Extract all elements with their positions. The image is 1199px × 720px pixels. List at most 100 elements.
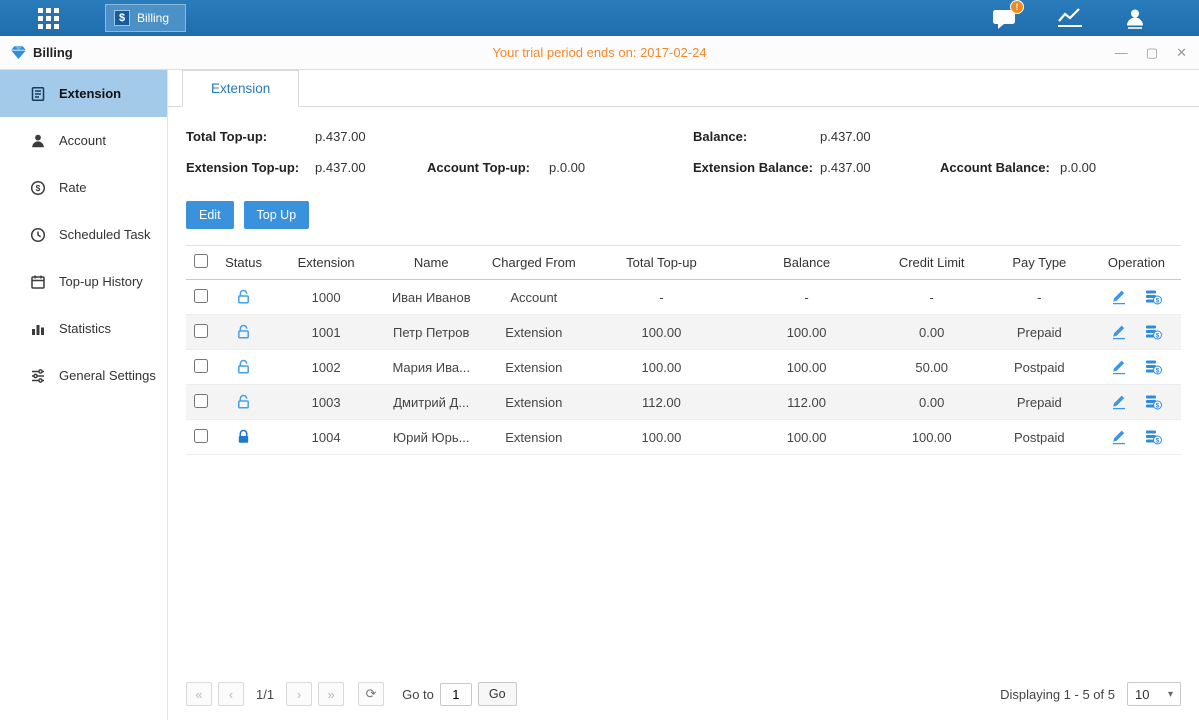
cell-charged-from: Account: [481, 280, 586, 315]
sidebar-item-statistics[interactable]: Statistics: [0, 305, 167, 352]
sidebar-item-general-settings[interactable]: General Settings: [0, 352, 167, 399]
notifications-button[interactable]: !: [992, 7, 1017, 30]
table-row: 1003 Дмитрий Д... Extension 112.00 112.0…: [186, 385, 1181, 420]
extension-table: Status Extension Name Charged From Total…: [186, 245, 1181, 455]
cell-balance: -: [737, 280, 877, 315]
cell-balance: 112.00: [737, 385, 877, 420]
svg-text:$: $: [36, 183, 41, 193]
select-all-checkbox[interactable]: [194, 254, 208, 268]
lock-open-icon: [236, 324, 251, 340]
maximize-button[interactable]: ▢: [1146, 45, 1158, 61]
reports-button[interactable]: [1057, 8, 1083, 29]
billing-gem-icon: [10, 45, 27, 60]
col-extension: Extension: [271, 246, 381, 280]
col-operation: Operation: [1092, 246, 1181, 280]
operation-cell: $: [1092, 315, 1181, 350]
cell-balance: 100.00: [737, 315, 877, 350]
window-titlebar: Billing Your trial period ends on: 2017-…: [0, 36, 1199, 70]
account-topup-label: Account Top-up:: [427, 160, 549, 175]
lock-closed-icon: [236, 429, 251, 445]
cell-pay-type: Postpaid: [987, 420, 1092, 455]
apps-grid-icon[interactable]: [38, 8, 59, 29]
account-balance-label: Account Balance:: [940, 160, 1060, 175]
cell-total-topup: -: [586, 280, 736, 315]
edit-icon[interactable]: [1111, 429, 1127, 445]
svg-text:$: $: [1155, 368, 1159, 375]
account-topup-value: p.0.00: [549, 160, 693, 175]
cell-charged-from: Extension: [481, 420, 586, 455]
edit-button[interactable]: Edit: [186, 201, 234, 229]
row-checkbox[interactable]: [194, 289, 208, 303]
edit-icon[interactable]: [1111, 289, 1127, 305]
sliders-icon: [30, 368, 46, 384]
cell-name: Петр Петров: [381, 315, 481, 350]
total-topup-label: Total Top-up:: [186, 129, 315, 144]
topbar-billing-tab[interactable]: $ Billing: [105, 4, 186, 32]
page-indicator: 1/1: [256, 687, 274, 702]
row-checkbox[interactable]: [194, 429, 208, 443]
topup-icon[interactable]: $: [1145, 394, 1162, 410]
total-topup-value: p.437.00: [315, 129, 427, 144]
svg-text:$: $: [1155, 438, 1159, 445]
window-title: Billing: [33, 45, 73, 60]
cell-pay-type: Prepaid: [987, 315, 1092, 350]
refresh-button[interactable]: ⟳: [358, 682, 384, 706]
extension-icon: [30, 86, 46, 102]
table-row: 1000 Иван Иванов Account - - - - $: [186, 280, 1181, 315]
row-checkbox[interactable]: [194, 359, 208, 373]
sidebar-item-rate[interactable]: $ Rate: [0, 164, 167, 211]
cell-extension: 1001: [271, 315, 381, 350]
cell-extension: 1004: [271, 420, 381, 455]
first-page-button[interactable]: «: [186, 682, 212, 706]
row-checkbox[interactable]: [194, 324, 208, 338]
minimize-button[interactable]: —: [1115, 45, 1128, 61]
user-menu-button[interactable]: [1123, 7, 1147, 30]
extension-balance-label: Extension Balance:: [693, 160, 820, 175]
page-size-select[interactable]: 10 ▾: [1127, 682, 1181, 706]
calendar-icon: [30, 274, 46, 290]
sidebar-item-label: General Settings: [59, 368, 156, 383]
displaying-text: Displaying 1 - 5 of 5: [1000, 687, 1115, 702]
notification-badge: !: [1010, 0, 1024, 14]
topup-icon[interactable]: $: [1145, 324, 1162, 340]
cell-balance: 100.00: [737, 420, 877, 455]
extension-balance-value: p.437.00: [820, 160, 940, 175]
edit-icon[interactable]: [1111, 324, 1127, 340]
sidebar-item-topup-history[interactable]: Top-up History: [0, 258, 167, 305]
last-page-button[interactable]: »: [318, 682, 344, 706]
lock-open-icon: [236, 289, 251, 305]
cell-pay-type: -: [987, 280, 1092, 315]
col-total-topup: Total Top-up: [586, 246, 736, 280]
cell-charged-from: Extension: [481, 385, 586, 420]
topup-icon[interactable]: $: [1145, 429, 1162, 445]
account-icon: [30, 133, 46, 149]
goto-page-input[interactable]: [440, 683, 472, 706]
go-button[interactable]: Go: [478, 682, 517, 706]
close-button[interactable]: ✕: [1176, 45, 1187, 61]
top-up-button[interactable]: Top Up: [244, 201, 310, 229]
sidebar-item-scheduled-task[interactable]: Scheduled Task: [0, 211, 167, 258]
sidebar-item-label: Top-up History: [59, 274, 143, 289]
topbar-tab-label: Billing: [137, 11, 169, 25]
cell-extension: 1003: [271, 385, 381, 420]
sidebar-item-account[interactable]: Account: [0, 117, 167, 164]
trial-notice: Your trial period ends on: 2017-02-24: [0, 45, 1199, 60]
prev-page-button[interactable]: ‹: [218, 682, 244, 706]
next-page-button[interactable]: ›: [286, 682, 312, 706]
topup-icon[interactable]: $: [1145, 289, 1162, 305]
cell-extension: 1002: [271, 350, 381, 385]
edit-icon[interactable]: [1111, 359, 1127, 375]
topup-icon[interactable]: $: [1145, 359, 1162, 375]
table-row: 1004 Юрий Юрь... Extension 100.00 100.00…: [186, 420, 1181, 455]
extension-topup-value: p.437.00: [315, 160, 427, 175]
sidebar-item-extension[interactable]: Extension: [0, 70, 167, 117]
sidebar-item-label: Extension: [59, 86, 121, 101]
lock-open-icon: [236, 359, 251, 375]
tab-label: Extension: [211, 81, 270, 96]
row-checkbox[interactable]: [194, 394, 208, 408]
edit-icon[interactable]: [1111, 394, 1127, 410]
tab-extension[interactable]: Extension: [182, 70, 299, 107]
cell-credit-limit: 50.00: [877, 350, 987, 385]
table-row: 1001 Петр Петров Extension 100.00 100.00…: [186, 315, 1181, 350]
clock-icon: [30, 227, 46, 243]
